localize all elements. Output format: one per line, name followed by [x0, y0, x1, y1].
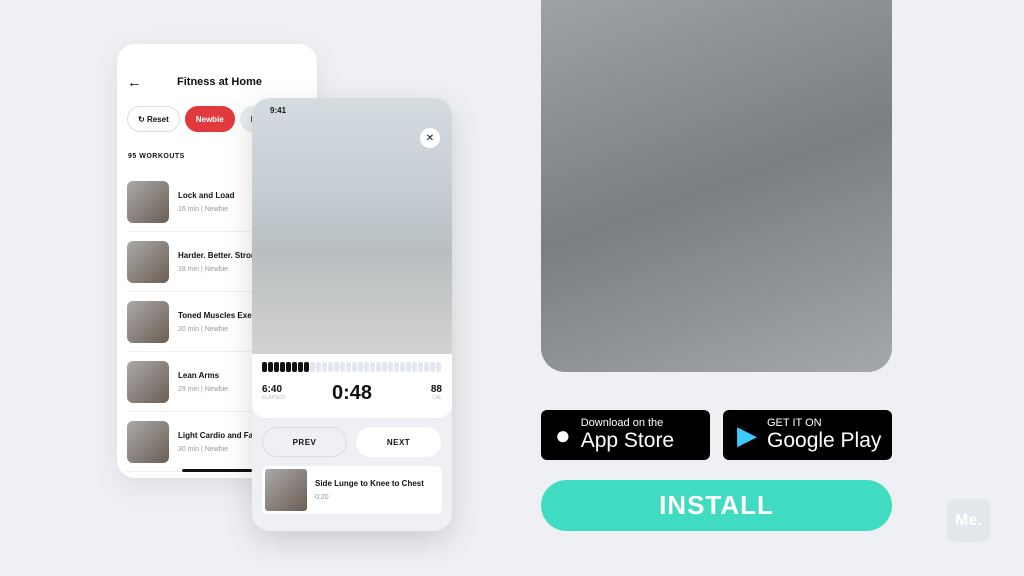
back-arrow-icon[interactable]: ←	[127, 74, 142, 91]
progress-bar	[262, 362, 441, 372]
progress-segment	[394, 362, 399, 372]
cal-label: CAL	[432, 395, 442, 401]
progress-segment	[304, 362, 309, 372]
workout-player-screen: 9:41 ✕ 6:40 ELAPSED 0:48 88 CAL PREV NEXT …	[252, 98, 452, 531]
workout-count: 95 WORKOUTS	[128, 153, 185, 160]
progress-segment	[346, 362, 351, 372]
home-indicator	[182, 469, 252, 472]
exercise-duration: 0:20	[315, 494, 329, 501]
progress-segment	[310, 362, 315, 372]
progress-segment	[376, 362, 381, 372]
reset-icon: ↻	[138, 114, 147, 124]
google-play-icon: ▶	[737, 419, 757, 450]
workout-meta: 16 min | Newbie	[178, 205, 229, 213]
progress-segment	[406, 362, 411, 372]
exercise-thumbnail	[265, 469, 307, 511]
progress-segment	[418, 362, 423, 372]
reset-chip[interactable]: ↻ Reset	[127, 106, 180, 132]
progress-segment	[268, 362, 273, 372]
workout-meta: 29 min | Newbie	[178, 385, 229, 393]
progress-segment	[328, 362, 333, 372]
workout-thumbnail	[127, 240, 169, 283]
app-store-button[interactable]: ● Download on the App Store	[541, 410, 710, 460]
prev-button[interactable]: PREV	[262, 427, 347, 457]
google-play-button[interactable]: ▶ GET IT ON Google Play	[723, 410, 892, 460]
progress-segment	[262, 362, 267, 372]
workout-name: Lock and Load	[178, 190, 235, 200]
workout-thumbnail	[127, 180, 169, 223]
progress-segment	[436, 362, 441, 372]
progress-segment	[400, 362, 405, 372]
apple-icon: ●	[555, 419, 571, 450]
progress-segment	[286, 362, 291, 372]
progress-segment	[388, 362, 393, 372]
progress-segment	[340, 362, 345, 372]
progress-segment	[358, 362, 363, 372]
progress-segment	[292, 362, 297, 372]
progress-segment	[352, 362, 357, 372]
timer: 0:48	[331, 382, 373, 404]
progress-segment	[298, 362, 303, 372]
status-time: 9:41	[270, 106, 287, 115]
workout-thumbnail	[127, 300, 169, 343]
progress-segment	[334, 362, 339, 372]
next-exercise-card[interactable]: Side Lunge to Knee to Chest 0:20	[262, 466, 442, 514]
install-button[interactable]: INSTALL	[541, 480, 892, 531]
progress-segment	[430, 362, 435, 372]
logo: Me.	[947, 499, 990, 542]
progress-segment	[412, 362, 417, 372]
progress-segment	[364, 362, 369, 372]
workout-name: Lean Arms	[178, 370, 220, 380]
cal-value: 88	[430, 384, 442, 395]
progress-segment	[316, 362, 321, 372]
progress-segment	[424, 362, 429, 372]
workout-thumbnail	[127, 420, 169, 463]
progress-segment	[274, 362, 279, 372]
progress-segment	[280, 362, 285, 372]
progress-segment	[370, 362, 375, 372]
screen-title: Fitness at Home	[177, 76, 262, 88]
hero-photo	[541, 0, 892, 372]
next-button[interactable]: NEXT	[356, 427, 441, 457]
progress-segment	[382, 362, 387, 372]
progress-segment	[322, 362, 327, 372]
exercise-name: Side Lunge to Knee to Chest	[315, 479, 424, 488]
newbie-chip[interactable]: Newbie	[184, 106, 235, 132]
workout-thumbnail	[127, 360, 169, 403]
close-button[interactable]: ✕	[420, 128, 440, 148]
